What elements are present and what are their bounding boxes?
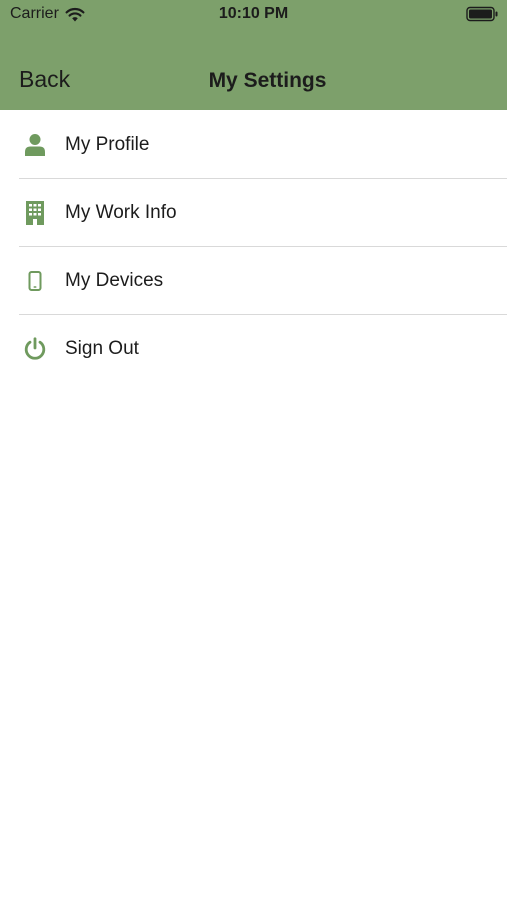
menu-item-my-work-info[interactable]: My Work Info (0, 179, 507, 247)
phone-icon (22, 268, 48, 294)
building-icon (22, 200, 48, 226)
power-icon (22, 336, 48, 362)
menu-item-sign-out[interactable]: Sign Out (0, 315, 507, 383)
menu-item-my-devices[interactable]: My Devices (0, 247, 507, 315)
status-time: 10:10 PM (218, 5, 289, 22)
navigation-bar: Back My Settings (0, 50, 507, 110)
settings-menu: My Profile My Work Info My Devices Sign … (0, 111, 507, 383)
menu-item-label: My Work Info (65, 202, 177, 223)
menu-item-label: Sign Out (65, 338, 139, 359)
menu-item-my-profile[interactable]: My Profile (0, 111, 507, 179)
page-title: My Settings (208, 69, 327, 92)
menu-item-label: My Devices (65, 270, 164, 291)
status-bar: Carrier 10:10 PM (0, 0, 507, 30)
menu-item-label: My Profile (65, 134, 150, 155)
header: Carrier 10:10 PM Back My Settings (0, 0, 507, 110)
person-icon (22, 132, 48, 158)
battery-icon (466, 6, 499, 22)
